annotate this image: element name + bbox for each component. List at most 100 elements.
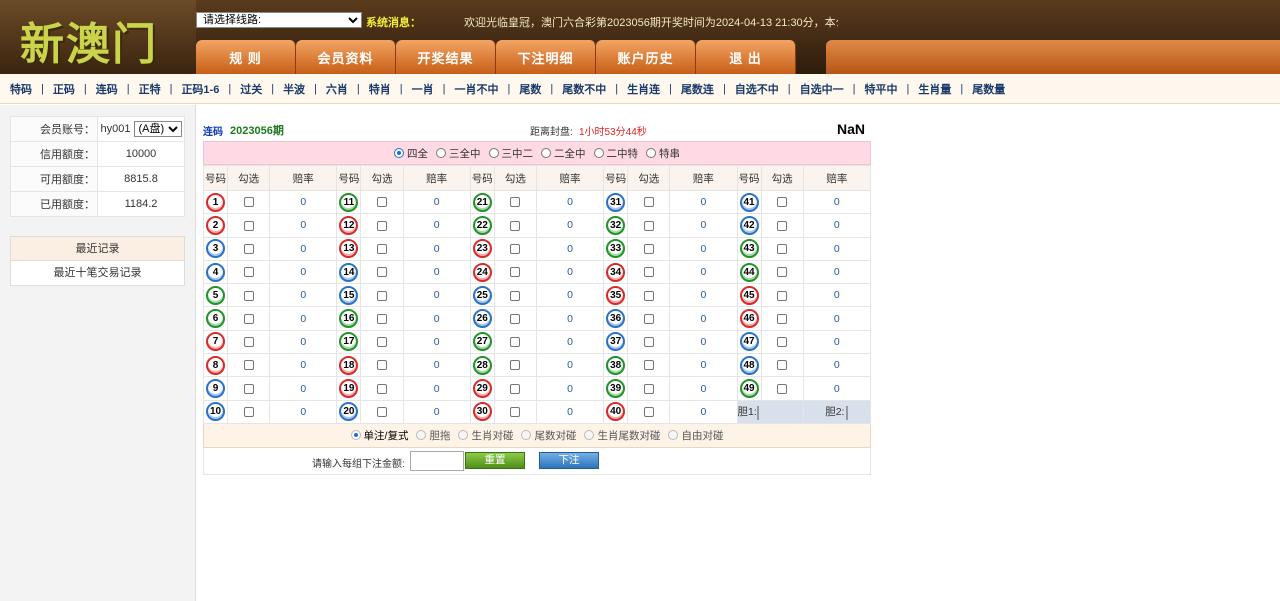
number-checkbox[interactable] xyxy=(643,337,654,348)
sub-nav-item[interactable]: 正码 xyxy=(53,81,75,97)
sub-nav-item[interactable]: 一肖不中 xyxy=(455,81,499,97)
bet-amount-input[interactable] xyxy=(410,450,464,471)
play-type-radio[interactable] xyxy=(521,430,532,441)
dan2-input[interactable] xyxy=(846,405,849,420)
main-nav-item[interactable]: 退 出 xyxy=(696,40,796,74)
play-type-option[interactable]: 尾数对碰 xyxy=(521,428,576,443)
number-checkbox[interactable] xyxy=(777,197,788,208)
recent-ten-records-link[interactable]: 最近十笔交易记录 xyxy=(11,261,184,285)
mode-radio[interactable] xyxy=(593,148,604,158)
mode-radio[interactable] xyxy=(394,148,404,158)
number-checkbox[interactable] xyxy=(510,360,521,371)
play-type-option[interactable]: 生肖尾数对碰 xyxy=(584,428,660,443)
number-checkbox[interactable] xyxy=(377,197,387,208)
mode-radio[interactable] xyxy=(436,148,446,158)
number-checkbox[interactable] xyxy=(377,383,387,394)
mode-radio[interactable] xyxy=(488,148,499,158)
play-type-option[interactable]: 生肖对碰 xyxy=(458,428,513,443)
line-select[interactable]: 请选择线路: xyxy=(196,12,362,28)
sub-nav-item[interactable]: 自选不中 xyxy=(735,81,779,97)
number-checkbox[interactable] xyxy=(510,383,521,394)
mode-radio[interactable] xyxy=(646,148,656,158)
sub-nav-item[interactable]: 半波 xyxy=(283,81,305,97)
play-type-radio[interactable] xyxy=(416,430,427,441)
number-checkbox[interactable] xyxy=(777,383,788,394)
number-checkbox[interactable] xyxy=(777,243,788,254)
number-checkbox[interactable] xyxy=(243,360,254,371)
sub-nav-item[interactable]: 连码 xyxy=(96,81,118,97)
play-type-option[interactable]: 自由对碰 xyxy=(668,428,723,443)
number-checkbox[interactable] xyxy=(243,197,254,208)
mode-option[interactable]: 四全 xyxy=(394,146,428,161)
mode-option[interactable]: 二全中 xyxy=(541,146,586,161)
sub-nav-item[interactable]: 生肖连 xyxy=(627,81,660,97)
number-checkbox[interactable] xyxy=(510,197,521,208)
number-checkbox[interactable] xyxy=(510,267,521,278)
number-checkbox[interactable] xyxy=(510,337,521,348)
sub-nav-item[interactable]: 过关 xyxy=(240,81,262,97)
sub-nav-item[interactable]: 自选中一 xyxy=(800,81,844,97)
number-checkbox[interactable] xyxy=(510,313,521,324)
play-type-option[interactable]: 单注/复式 xyxy=(350,428,408,443)
reset-button[interactable]: 重置 xyxy=(465,451,525,469)
sub-nav-item[interactable]: 正特 xyxy=(139,81,161,97)
number-checkbox[interactable] xyxy=(377,337,387,348)
number-checkbox[interactable] xyxy=(243,290,254,301)
mode-radio[interactable] xyxy=(541,148,551,158)
number-checkbox[interactable] xyxy=(510,290,521,301)
mode-option[interactable]: 特串 xyxy=(646,146,680,161)
number-checkbox[interactable] xyxy=(243,407,254,418)
main-nav-item[interactable]: 账户历史 xyxy=(596,40,696,74)
number-checkbox[interactable] xyxy=(243,243,254,254)
play-type-radio[interactable] xyxy=(584,430,595,441)
main-nav-item[interactable]: 下注明细 xyxy=(496,40,596,74)
number-checkbox[interactable] xyxy=(377,407,387,418)
number-checkbox[interactable] xyxy=(377,220,387,231)
play-type-option[interactable]: 胆拖 xyxy=(416,428,450,443)
mode-option[interactable]: 三全中 xyxy=(436,146,481,161)
sub-nav-item[interactable]: 特肖 xyxy=(369,81,391,97)
number-checkbox[interactable] xyxy=(643,197,654,208)
submit-bet-button[interactable]: 下注 xyxy=(539,451,599,469)
number-checkbox[interactable] xyxy=(377,313,387,324)
number-checkbox[interactable] xyxy=(643,243,654,254)
sub-nav-item[interactable]: 尾数 xyxy=(519,81,541,97)
main-nav-item[interactable]: 会员资料 xyxy=(296,40,396,74)
main-nav-item[interactable]: 开奖结果 xyxy=(396,40,496,74)
number-checkbox[interactable] xyxy=(243,337,254,348)
play-type-radio[interactable] xyxy=(458,430,469,441)
number-checkbox[interactable] xyxy=(643,290,654,301)
number-checkbox[interactable] xyxy=(510,407,521,418)
dan1-input[interactable] xyxy=(756,405,759,420)
sub-nav-item[interactable]: 正码1-6 xyxy=(181,81,219,97)
number-checkbox[interactable] xyxy=(510,243,521,254)
play-type-radio[interactable] xyxy=(668,430,679,441)
number-checkbox[interactable] xyxy=(243,220,254,231)
number-checkbox[interactable] xyxy=(777,360,788,371)
number-checkbox[interactable] xyxy=(243,313,254,324)
number-checkbox[interactable] xyxy=(643,313,654,324)
number-checkbox[interactable] xyxy=(243,267,254,278)
sub-nav-item[interactable]: 尾数量 xyxy=(972,81,1005,97)
sub-nav-item[interactable]: 尾数连 xyxy=(681,81,714,97)
main-nav-item[interactable]: 规 则 xyxy=(196,40,296,74)
number-checkbox[interactable] xyxy=(377,290,387,301)
number-checkbox[interactable] xyxy=(777,313,788,324)
number-checkbox[interactable] xyxy=(643,360,654,371)
mode-option[interactable]: 二中特 xyxy=(593,146,638,161)
number-checkbox[interactable] xyxy=(510,220,521,231)
play-type-radio[interactable] xyxy=(350,430,361,441)
sub-nav-item[interactable]: 特平中 xyxy=(865,81,898,97)
sub-nav-item[interactable]: 一肖 xyxy=(412,81,434,97)
sub-nav-item[interactable]: 特码 xyxy=(10,81,32,97)
sub-nav-item[interactable]: 生肖量 xyxy=(918,81,951,97)
number-checkbox[interactable] xyxy=(243,383,254,394)
number-checkbox[interactable] xyxy=(643,407,654,418)
number-checkbox[interactable] xyxy=(777,220,788,231)
number-checkbox[interactable] xyxy=(377,243,387,254)
number-checkbox[interactable] xyxy=(377,360,387,371)
number-checkbox[interactable] xyxy=(777,290,788,301)
number-checkbox[interactable] xyxy=(777,337,788,348)
number-checkbox[interactable] xyxy=(643,383,654,394)
number-checkbox[interactable] xyxy=(643,220,654,231)
